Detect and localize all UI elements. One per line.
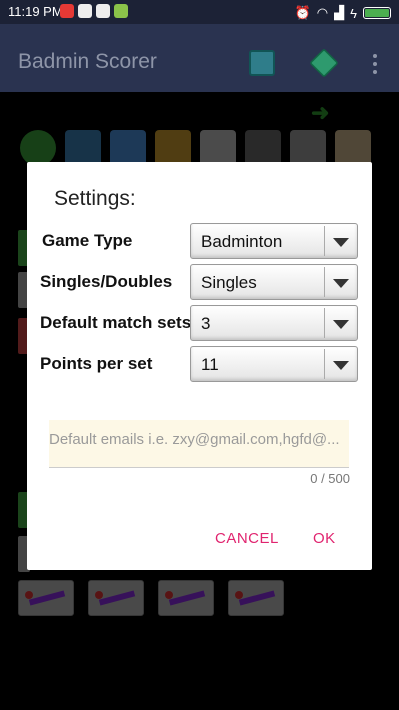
singles-doubles-value: Singles — [201, 273, 257, 292]
notification-icon — [60, 4, 74, 18]
more-vert-icon[interactable] — [368, 54, 382, 74]
email-field-wrapper — [49, 420, 349, 468]
status-time: 11:19 PM — [8, 4, 63, 19]
app-bar: Badmin Scorer — [0, 24, 399, 92]
dropdown-divider — [324, 349, 325, 379]
green-app-icon — [114, 4, 128, 18]
screen: 11:19 PM ⏰ ◠ ▟ ϟ Badmin Scorer ➜ — [0, 0, 399, 710]
monitor-icon[interactable] — [249, 50, 275, 76]
alarm-icon: ⏰ — [294, 5, 311, 20]
dropdown-arrow-icon — [333, 320, 349, 329]
points-per-set-label: Points per set — [40, 354, 153, 373]
game-type-label: Game Type — [42, 231, 133, 250]
battery-saver-icon — [78, 4, 92, 18]
singles-doubles-dropdown[interactable]: Singles — [190, 264, 358, 300]
settings-dialog: Settings: Game Type Badminton Singles/Do… — [27, 162, 372, 570]
dropdown-arrow-icon — [333, 238, 349, 247]
status-left-icons — [60, 4, 128, 18]
game-type-dropdown[interactable]: Badminton — [190, 223, 358, 259]
character-counter: 0 / 500 — [310, 471, 350, 486]
dialog-title: Settings: — [54, 187, 136, 210]
match-sets-dropdown[interactable]: 3 — [190, 305, 358, 341]
points-per-set-dropdown[interactable]: 11 — [190, 346, 358, 382]
ok-button[interactable]: OK — [313, 530, 336, 547]
match-sets-label: Default match sets — [40, 313, 192, 332]
default-emails-field[interactable] — [49, 420, 349, 468]
dropdown-arrow-icon — [333, 361, 349, 370]
dropdown-divider — [324, 226, 325, 256]
dropdown-divider — [324, 308, 325, 338]
singles-doubles-label: Singles/Doubles — [40, 272, 173, 291]
match-sets-value: 3 — [201, 314, 211, 333]
cancel-button[interactable]: CANCEL — [215, 530, 279, 547]
dropdown-arrow-icon — [333, 279, 349, 288]
status-right-icons: ⏰ ◠ ▟ ϟ — [295, 5, 391, 21]
game-type-value: Badminton — [201, 232, 283, 251]
signal-icon: ▟ — [334, 5, 345, 20]
points-per-set-row: Points per set 11 — [27, 346, 372, 382]
status-bar: 11:19 PM ⏰ ◠ ▟ ϟ — [0, 0, 399, 24]
match-sets-row: Default match sets 3 — [27, 305, 372, 341]
app-title: Badmin Scorer — [18, 50, 157, 73]
dropdown-divider — [324, 267, 325, 297]
charging-icon: ϟ — [350, 5, 357, 21]
google-icon — [96, 4, 110, 18]
battery-icon — [363, 7, 391, 19]
singles-doubles-row: Singles/Doubles Singles — [27, 264, 372, 300]
help-icon[interactable] — [309, 48, 339, 78]
points-per-set-value: 11 — [201, 355, 219, 374]
game-type-row: Game Type Badminton — [27, 223, 372, 259]
wifi-icon: ◠ — [316, 5, 329, 20]
